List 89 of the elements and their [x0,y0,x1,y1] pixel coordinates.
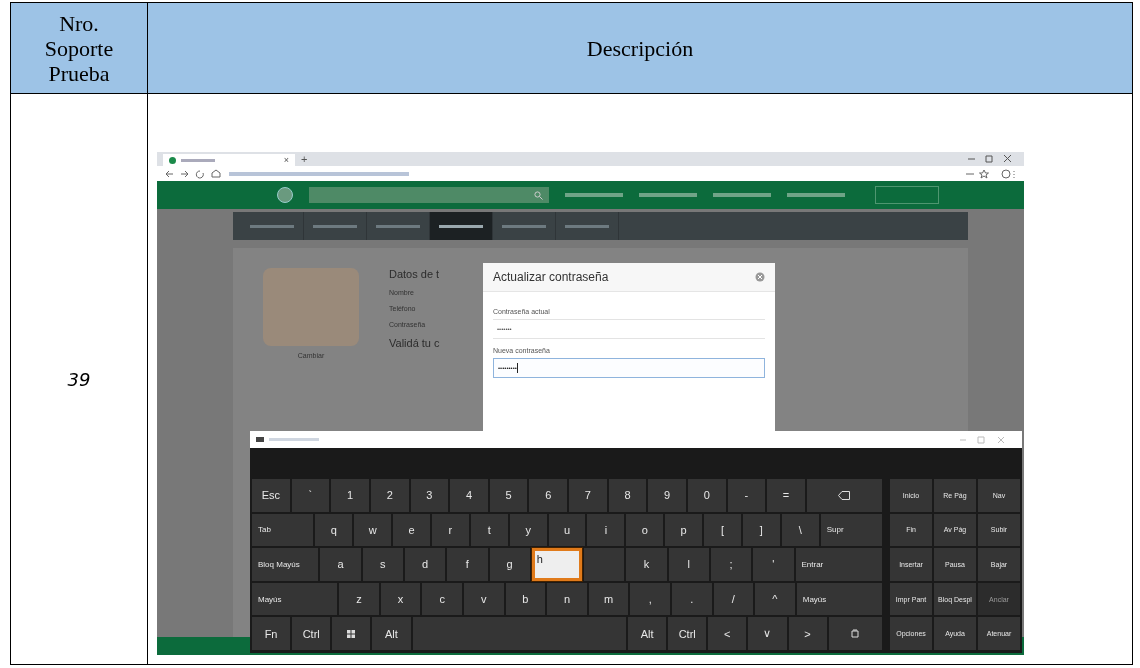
support-number: 39 [11,94,148,664]
keyboard-key[interactable]: > [788,617,827,650]
keyboard-key[interactable]: . [671,582,712,616]
keyboard-app-icon [256,437,264,442]
header-button[interactable] [875,186,939,204]
keyboard-key[interactable]: Alt [372,617,411,650]
keyboard-key[interactable]: h [531,548,583,581]
tab-title-blur [181,158,215,162]
keyboard-key[interactable]: Esc [252,479,290,512]
keyboard-key[interactable]: Bloq Mayús [252,548,319,581]
keyboard-key[interactable]: 7 [569,479,607,512]
keyboard-key[interactable]: 9 [648,479,686,512]
keyboard-key[interactable]: v [464,582,504,616]
window-title-blur [269,438,319,441]
keyboard-key[interactable]: Fn [252,617,291,650]
keyboard-key[interactable]: d [404,548,446,581]
keyboard-key[interactable]: 1 [331,479,369,512]
keyboard-key[interactable]: 0 [687,479,726,512]
keyboard-key[interactable]: 6 [529,479,567,512]
keyboard-key[interactable]: z [339,582,379,616]
keyboard-key[interactable]: c [422,582,462,616]
url-blur[interactable] [229,171,409,176]
keyboard-key[interactable]: Supr [820,513,882,547]
keyboard-key[interactable]: Alt [628,617,667,650]
keyboard-key[interactable]: < [708,617,747,650]
keyboard-key[interactable]: i [587,513,625,547]
keyboard-key[interactable]: 2 [370,479,409,512]
keyboard-key[interactable]: ' [753,548,794,581]
keyboard-key[interactable]: b [505,582,546,616]
windows-key[interactable] [332,617,371,650]
keyboard-key[interactable]: 5 [489,479,528,512]
keyboard-key[interactable]: ^ [755,582,795,616]
profile-nav-tab[interactable] [430,212,493,240]
keyboard-key[interactable]: n [547,582,587,616]
backspace-icon [838,490,851,500]
keyboard-key[interactable]: r [431,513,469,547]
favicon-icon [169,156,176,164]
section-heading: Validá tu c [389,337,441,349]
search-icon [534,190,543,200]
keyboard-options-key[interactable] [828,617,882,650]
search-field[interactable] [309,187,549,203]
keyboard-key[interactable]: t [470,513,508,547]
section-heading: Datos de t [389,268,441,280]
keyboard-key[interactable]: \ [781,513,819,547]
keyboard-key[interactable]: e [393,513,430,547]
tab-close-button[interactable]: × [283,155,289,165]
keyboard-key[interactable]: x [380,582,421,616]
keyboard-key[interactable]: Ctrl [292,617,331,650]
keyboard-key[interactable]: Mayús [796,582,882,616]
keyboard-key[interactable]: s [362,548,403,581]
keyboard-key[interactable]: o [626,513,664,547]
keyboard-key[interactable]: g [489,548,530,581]
keyboard-key[interactable]: y [509,513,547,547]
keyboard-key[interactable]: w [354,513,392,547]
keyboard-key[interactable] [584,548,625,581]
keyboard-key[interactable]: Ctrl [668,617,707,650]
keyboard-key[interactable]: ] [742,513,780,547]
keyboard-key[interactable]: Tab [252,513,314,547]
new-tab-button[interactable]: + [301,153,308,165]
keyboard-key[interactable]: 4 [450,479,488,512]
keyboard-key[interactable]: / [713,582,754,616]
keyboard-key[interactable]: m [588,582,629,616]
keyboard-key[interactable]: Entrar [795,548,883,581]
keyboard-key[interactable]: a [320,548,361,581]
keyboard-key[interactable]: = [767,479,805,512]
keyboard-key[interactable]: [ [704,513,741,547]
keyboard-key[interactable]: q [315,513,353,547]
keyboard-key[interactable]: ` [291,479,330,512]
column-header: Descripción [585,34,695,63]
keyboard-key[interactable]: - [727,479,766,512]
keyboard-key[interactable]: f [447,548,488,581]
keyboard-key[interactable]: ∨ [748,617,787,650]
column-header: Nro. Soporte Prueba [11,3,148,93]
navigation-icon[interactable] [165,168,221,179]
keyboard-key[interactable]: p [665,513,703,547]
keyboard-key[interactable]: ; [710,548,752,581]
dialog-title: Actualizar contraseña [493,270,609,284]
keyboard-key[interactable]: , [630,582,670,616]
keyboard-key[interactable]: l [668,548,709,581]
windows-icon [347,629,356,638]
site-logo-icon[interactable] [277,187,293,203]
keyboard-key[interactable]: Mayús [252,582,338,616]
keyboard-options-icon [851,629,860,639]
browser-toolbar-icon[interactable] [964,168,1016,179]
keyboard-key[interactable]: 8 [608,479,647,512]
close-icon[interactable] [755,272,765,282]
keyboard-key[interactable]: 3 [410,479,449,512]
keyboard-key[interactable]: u [548,513,586,547]
keyboard-key[interactable]: k [626,548,667,581]
